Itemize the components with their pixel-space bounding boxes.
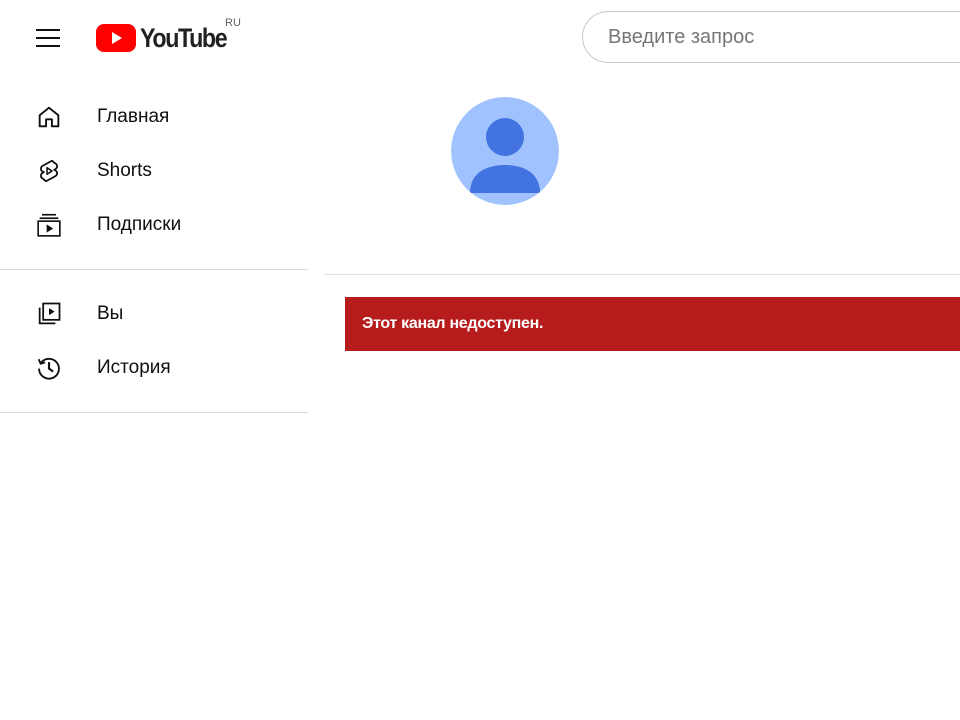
sidebar: Главная Shorts Подписки Вы История (0, 90, 308, 413)
search-input[interactable] (606, 24, 950, 50)
sidebar-item-history[interactable]: История (0, 341, 308, 395)
sidebar-item-label: Главная (97, 106, 170, 127)
sidebar-item-shorts[interactable]: Shorts (0, 144, 308, 198)
sidebar-item-you[interactable]: Вы (0, 287, 308, 341)
top-bar: YouTube RU (0, 0, 960, 76)
menu-button[interactable] (26, 16, 72, 60)
sidebar-item-label: Вы (97, 303, 124, 324)
sidebar-item-home[interactable]: Главная (0, 90, 308, 144)
sidebar-divider (0, 412, 308, 413)
channel-avatar (451, 97, 559, 205)
home-icon (33, 101, 65, 133)
logo-text: YouTube (140, 22, 228, 53)
search-box (582, 11, 960, 63)
youtube-app: YouTube RU Главная Shorts (0, 0, 960, 720)
shorts-icon (33, 155, 65, 187)
history-icon (33, 352, 65, 384)
hamburger-menu-icon (36, 29, 60, 47)
you-library-icon (33, 298, 65, 330)
alert-message: Этот канал недоступен. (362, 315, 544, 332)
default-avatar-icon (451, 97, 559, 205)
sidebar-item-label: Shorts (97, 160, 152, 181)
sidebar-item-label: История (97, 357, 171, 378)
content-divider (324, 274, 960, 275)
youtube-play-logo-icon (96, 24, 136, 52)
subscriptions-icon (33, 209, 65, 241)
youtube-logo[interactable]: YouTube (96, 18, 240, 58)
logo-region-code: RU (225, 17, 241, 29)
channel-unavailable-alert: Этот канал недоступен. (345, 297, 960, 351)
sidebar-item-label: Подписки (97, 214, 182, 235)
sidebar-item-subscriptions[interactable]: Подписки (0, 198, 308, 252)
